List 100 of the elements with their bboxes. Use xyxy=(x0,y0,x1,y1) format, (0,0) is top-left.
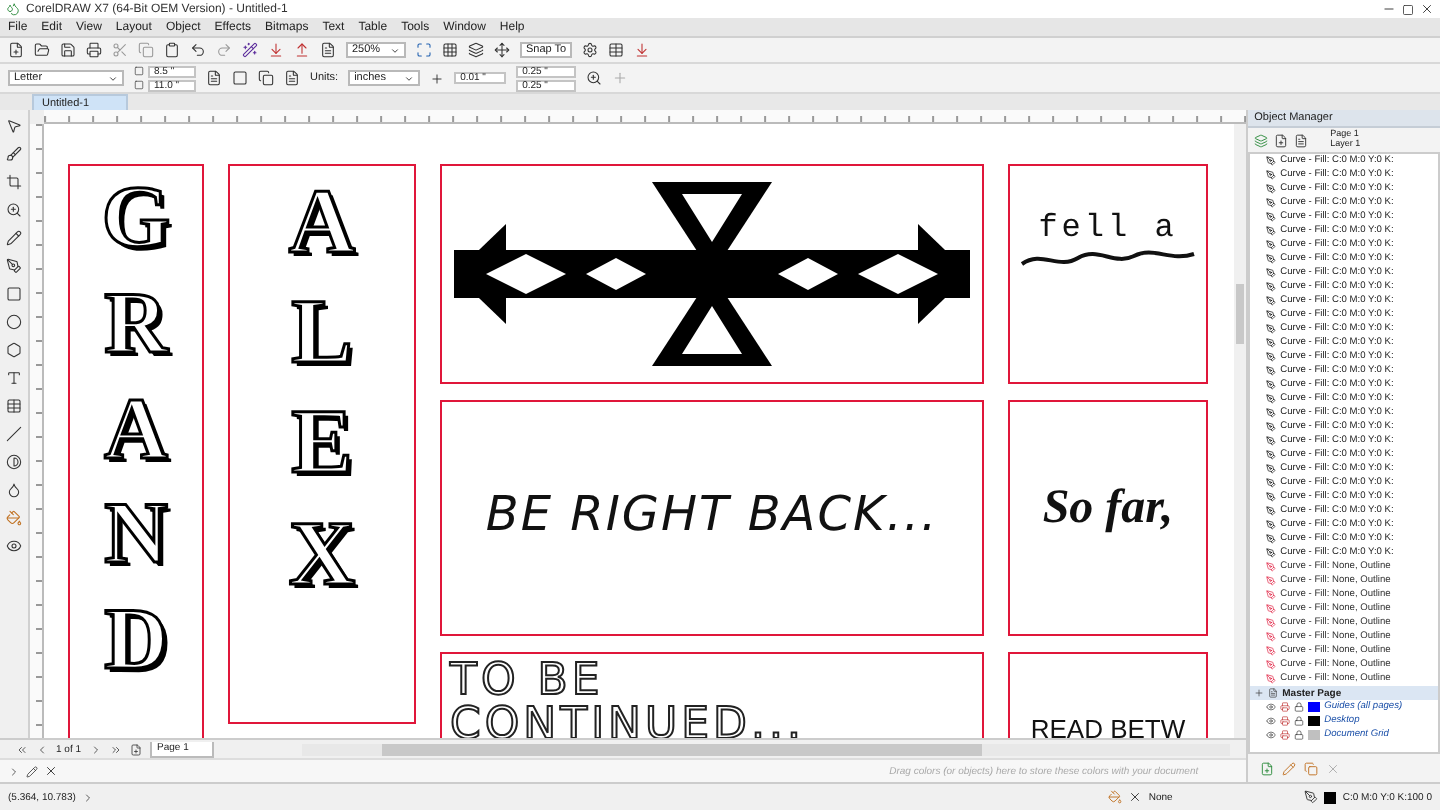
launch-icon[interactable] xyxy=(634,42,650,58)
ellipse-icon[interactable] xyxy=(6,314,22,330)
lock-icon[interactable] xyxy=(1294,702,1305,712)
new-document-icon[interactable] xyxy=(8,42,24,58)
polygon-icon[interactable] xyxy=(6,342,22,358)
curve-icon xyxy=(1266,618,1277,628)
save-icon[interactable] xyxy=(60,42,76,58)
decorative-letter: D xyxy=(104,588,168,693)
artwork-text: So far, xyxy=(1042,482,1174,536)
curve-icon xyxy=(1266,520,1277,530)
document-icon[interactable] xyxy=(320,42,336,58)
fill-icon[interactable] xyxy=(6,510,22,526)
curve-icon xyxy=(1266,674,1277,684)
decorative-letter: L xyxy=(291,278,353,387)
curve-icon xyxy=(1266,436,1277,446)
curve-icon xyxy=(1266,548,1277,558)
curve-icon xyxy=(1266,240,1277,250)
decorative-letter: E xyxy=(291,388,353,497)
decorative-letter: A xyxy=(288,168,356,276)
options-icon[interactable] xyxy=(1294,133,1309,147)
first-page-icon[interactable] xyxy=(16,743,28,755)
print-icon[interactable] xyxy=(1280,716,1291,726)
lock-icon[interactable] xyxy=(1294,716,1305,726)
layers-icon[interactable] xyxy=(468,42,484,58)
last-page-icon[interactable] xyxy=(109,743,122,755)
curve-icon xyxy=(1266,422,1277,432)
new-layer-icon[interactable] xyxy=(1260,761,1275,775)
curve-icon xyxy=(1266,646,1277,656)
curve-icon xyxy=(1266,534,1277,544)
visibility-icon[interactable] xyxy=(1266,716,1277,726)
artwork-text: fell a xyxy=(1038,210,1178,246)
print-icon[interactable] xyxy=(86,42,102,58)
print-icon[interactable] xyxy=(1280,702,1291,712)
horizontal-scrollbar[interactable] xyxy=(302,743,1231,755)
nudge-icon[interactable] xyxy=(430,71,445,85)
lock-icon[interactable] xyxy=(1294,730,1305,740)
cut-icon[interactable] xyxy=(112,42,128,58)
fill-icon xyxy=(1108,790,1123,804)
grid-icon[interactable] xyxy=(442,42,458,58)
maximize-icon[interactable] xyxy=(1402,3,1414,15)
landscape-icon[interactable] xyxy=(232,70,248,86)
curve-icon xyxy=(1266,408,1277,418)
no-color-icon[interactable] xyxy=(44,764,58,778)
curve-icon xyxy=(1266,380,1277,390)
print-icon[interactable] xyxy=(1280,730,1291,740)
move-icon[interactable] xyxy=(494,42,510,58)
export-icon[interactable] xyxy=(294,42,310,58)
crop-icon[interactable] xyxy=(6,174,22,190)
portrait-icon[interactable] xyxy=(206,70,222,86)
visibility-icon[interactable] xyxy=(1266,702,1277,712)
new-layer-icon[interactable] xyxy=(1274,133,1289,147)
curve-icon xyxy=(1266,394,1277,404)
add-page-icon[interactable] xyxy=(129,743,142,755)
undo-icon[interactable] xyxy=(190,42,206,58)
zoom-icon[interactable] xyxy=(586,70,603,86)
open-folder-icon[interactable] xyxy=(34,42,50,58)
curve-icon xyxy=(1266,632,1277,642)
current-page-icon[interactable] xyxy=(284,70,300,86)
curve-icon xyxy=(1266,268,1277,278)
wand-icon[interactable] xyxy=(242,42,258,58)
curve-icon xyxy=(1266,562,1277,572)
minimize-icon[interactable] xyxy=(1382,2,1396,16)
pointer-icon[interactable] xyxy=(6,118,22,134)
decorative-letter: X xyxy=(288,499,356,608)
settings-icon[interactable] xyxy=(582,42,598,58)
pencil-icon[interactable] xyxy=(6,230,22,246)
table-icon[interactable] xyxy=(608,42,624,58)
curve-icon xyxy=(1266,296,1277,306)
curve-icon xyxy=(1266,254,1277,264)
eyedropper-icon[interactable] xyxy=(6,482,22,498)
line-icon[interactable] xyxy=(6,426,22,442)
curve-icon xyxy=(1266,478,1277,488)
transparency-icon[interactable] xyxy=(6,538,22,554)
zoom-icon[interactable] xyxy=(6,202,22,218)
table-icon[interactable] xyxy=(6,398,22,414)
close-icon[interactable] xyxy=(1420,2,1434,16)
curve-icon xyxy=(1266,198,1277,208)
import-icon[interactable] xyxy=(268,42,284,58)
edit-icon[interactable] xyxy=(1282,761,1297,775)
paste-icon[interactable] xyxy=(164,42,180,58)
curve-icon xyxy=(1266,310,1277,320)
page-icon[interactable] xyxy=(1268,688,1279,698)
rectangle-icon[interactable] xyxy=(6,286,22,302)
expand-icon[interactable] xyxy=(1254,688,1265,698)
pen-icon[interactable] xyxy=(6,258,22,274)
curve-icon xyxy=(1266,338,1277,348)
artwork-text: TO BE CONTINUED... xyxy=(450,660,807,738)
curve-icon xyxy=(1266,324,1277,334)
decorative-letter: A xyxy=(104,377,168,482)
curve-icon xyxy=(1266,464,1277,474)
text-icon[interactable] xyxy=(6,370,22,386)
all-pages-icon[interactable] xyxy=(258,70,274,86)
curve-icon xyxy=(1266,352,1277,362)
curve-icon xyxy=(1266,170,1277,180)
curve-icon xyxy=(1266,226,1277,236)
visibility-icon[interactable] xyxy=(1266,730,1277,740)
artwork-text: READ BETW xyxy=(1030,714,1186,738)
decorative-letter: N xyxy=(104,482,168,587)
artwork-text: BE RIGHT BACK... xyxy=(485,486,939,542)
eyedropper-icon[interactable] xyxy=(26,765,38,777)
